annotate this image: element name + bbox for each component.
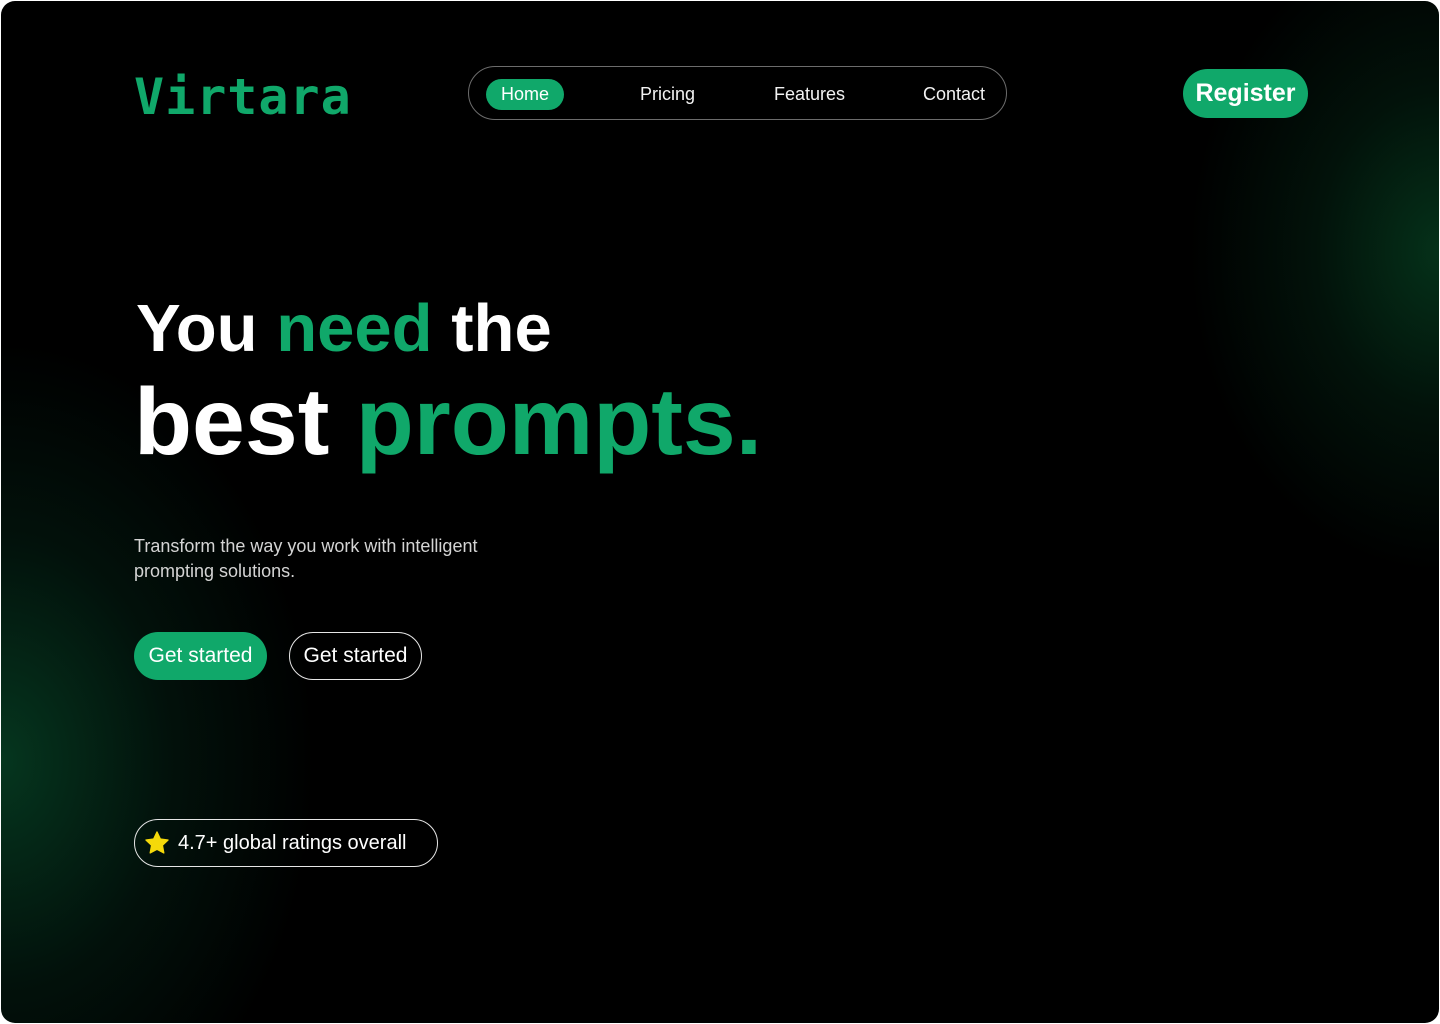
hero-word-best: best	[134, 369, 330, 475]
brand-logo[interactable]: Virtara	[134, 67, 352, 127]
register-button[interactable]: Register	[1183, 69, 1308, 118]
star-icon	[145, 831, 169, 854]
rating-text: 4.7+ global ratings overall	[178, 832, 407, 854]
landing-page: Virtara Home Pricing Features Contact Re…	[1, 1, 1439, 1023]
nav-item-home[interactable]: Home	[486, 79, 565, 110]
hero-word-the: the	[451, 291, 552, 366]
hero-word-you: You	[136, 291, 258, 366]
nav-item-pricing[interactable]: Pricing	[640, 79, 695, 110]
hero-line-2: best prompts.	[134, 367, 762, 477]
nav-item-features[interactable]: Features	[774, 79, 845, 110]
hero-line-1: You need the	[136, 289, 552, 369]
get-started-outline-button[interactable]: Get started	[289, 632, 422, 680]
hero-word-need: need	[276, 291, 433, 366]
get-started-primary-button[interactable]: Get started	[134, 632, 267, 680]
rating-badge: 4.7+ global ratings overall	[134, 819, 438, 867]
main-nav: Home Pricing Features Contact	[468, 66, 1007, 120]
nav-item-contact[interactable]: Contact	[923, 79, 985, 110]
hero-subtitle: Transform the way you work with intellig…	[134, 536, 478, 581]
hero-word-prompts: prompts.	[355, 369, 763, 475]
